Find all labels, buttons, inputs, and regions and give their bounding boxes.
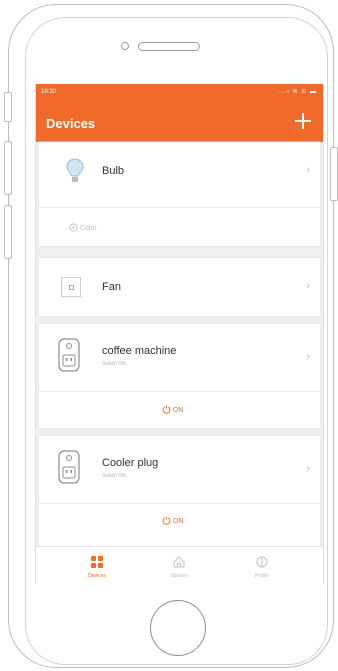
- power-label: ON: [172, 518, 184, 525]
- divider: [39, 391, 320, 392]
- app-bar: Devices: [36, 102, 323, 142]
- power-button: [330, 147, 338, 201]
- smart-plug-icon: [58, 338, 80, 372]
- device-status: Switch ON: [102, 361, 126, 367]
- device-card-fan[interactable]: Fan ›: [39, 258, 320, 316]
- status-time: 10:30: [41, 89, 57, 95]
- smart-plug-icon: [58, 450, 80, 484]
- home-button[interactable]: [150, 600, 206, 656]
- tab-profile[interactable]: Profile: [232, 547, 292, 584]
- fan-icon: [61, 277, 81, 297]
- device-name: Cooler plug: [102, 457, 159, 469]
- tab-devices[interactable]: Devices: [67, 547, 127, 584]
- profile-icon: [256, 556, 268, 568]
- tab-label: Profile: [254, 573, 270, 579]
- color-label: Color: [79, 225, 97, 232]
- device-card-cooler-plug: Cooler plug Switch ON › ON: [39, 436, 320, 546]
- page-title: Devices: [46, 116, 96, 131]
- palette-icon: [69, 223, 78, 232]
- bulb-icon: [66, 158, 84, 182]
- tab-scenes[interactable]: Scenes: [149, 547, 209, 584]
- status-bar: 10:30 ...‹ ≋ ⊙ ▬: [36, 84, 323, 102]
- tab-bar: Devices Scenes Profile: [36, 546, 323, 584]
- status-icons: ...‹ ≋ ⊙ ▬: [278, 89, 317, 95]
- device-name: Bulb: [102, 165, 125, 177]
- grid-icon: [91, 556, 103, 568]
- power-icon: [162, 405, 171, 414]
- earpiece-speaker: [138, 42, 200, 51]
- tab-label: Devices: [88, 573, 106, 579]
- volume-down-button: [4, 205, 12, 259]
- side-button-top: [4, 92, 12, 122]
- front-camera: [121, 42, 129, 50]
- chevron-right-icon: ›: [306, 164, 310, 176]
- app-screen: 10:30 ...‹ ≋ ⊙ ▬ Devices Bulb › Color Fa…: [35, 84, 324, 584]
- device-row-bulb[interactable]: Bulb ›: [39, 142, 320, 200]
- chevron-right-icon: ›: [306, 351, 310, 363]
- device-row-cooler-plug[interactable]: Cooler plug Switch ON ›: [39, 436, 320, 498]
- device-card-bulb: Bulb › Color: [39, 142, 320, 246]
- home-icon: [173, 556, 185, 568]
- device-name: coffee machine: [102, 345, 177, 357]
- tab-label: Scenes: [170, 573, 188, 579]
- power-label: ON: [172, 407, 184, 414]
- device-status: Switch ON: [102, 473, 126, 479]
- chevron-right-icon: ›: [306, 280, 310, 292]
- plus-icon[interactable]: [292, 110, 314, 132]
- chevron-right-icon: ›: [306, 463, 310, 475]
- volume-up-button: [4, 141, 12, 195]
- power-icon: [162, 516, 171, 525]
- device-name: Fan: [102, 281, 121, 293]
- power-toggle[interactable]: ON: [162, 405, 183, 414]
- device-row-coffee-machine[interactable]: coffee machine Switch ON ›: [39, 324, 320, 386]
- power-toggle[interactable]: ON: [162, 516, 183, 525]
- color-action[interactable]: Color: [69, 223, 97, 232]
- divider: [39, 503, 320, 504]
- divider: [39, 207, 320, 208]
- device-card-coffee-machine: coffee machine Switch ON › ON: [39, 324, 320, 428]
